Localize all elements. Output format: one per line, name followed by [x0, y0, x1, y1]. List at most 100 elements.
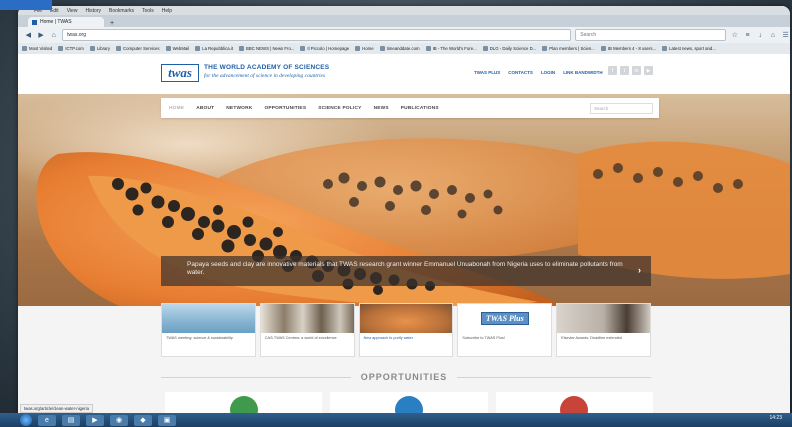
bookmark-icon [542, 46, 548, 51]
linkedin-icon[interactable]: in [632, 66, 641, 75]
bookmark-icon [379, 46, 385, 51]
hero-caption: Papaya seeds and clay are innovative mat… [161, 256, 651, 286]
home-icon[interactable]: ⌂ [49, 32, 58, 39]
card-image [557, 304, 650, 333]
nav-opportunities[interactable]: OPPORTUNITIES [264, 106, 306, 111]
bookmark-icon [482, 46, 488, 51]
bookmark-icon [195, 46, 201, 51]
nav-science-policy[interactable]: SCIENCE POLICY [318, 106, 361, 111]
site-search-input[interactable]: Search [590, 103, 653, 114]
social-icons: f t in ▶ [608, 66, 653, 75]
taskbar-folder-icon[interactable]: ▤ [62, 414, 80, 426]
card-text: CAS-TWAS Centres: a world of excellence [264, 336, 337, 340]
link-contacts[interactable]: CONTACTS [508, 70, 533, 75]
site-header: twas THE WORLD ACADEMY OF SCIENCES for t… [18, 54, 790, 94]
bookmark-item[interactable]: IB Members 4 - 8 users... [600, 46, 657, 51]
taskbar-browser-icon[interactable]: e [38, 414, 56, 426]
bookmark-icon [662, 46, 668, 51]
site-subtitle: for the advancement of science in develo… [204, 73, 326, 79]
bookmark-icon [22, 46, 27, 51]
link-bandwidth[interactable]: LINK BANDWIDTH [563, 70, 603, 75]
status-link-tooltip: twas.org/article/clean-water-nigeria [20, 404, 93, 413]
bookmark-label: Latest news, sport and... [669, 46, 716, 51]
card-text: New approach to purify water [363, 336, 413, 340]
news-card[interactable]: TWAS Plus Subscribe to TWAS Plus! [457, 303, 553, 357]
bookmark-label: DLG - Daily Science D... [489, 46, 537, 51]
nav-news[interactable]: NEWS [374, 106, 389, 111]
menu-bookmarks[interactable]: Bookmarks [109, 8, 134, 14]
nav-publications[interactable]: PUBLICATIONS [401, 106, 439, 111]
news-card[interactable]: Elsevier Awards: Deadline extended [556, 303, 651, 357]
bookmark-item[interactable]: timeanddate.com [379, 46, 420, 51]
taskbar-app-icon[interactable]: ▣ [158, 414, 176, 426]
bookmark-label: IB Members 4 - 8 users... [607, 46, 657, 51]
nav-home[interactable]: HOME [169, 106, 184, 111]
download-icon[interactable]: ↓ [756, 32, 765, 39]
system-clock[interactable]: 14:23 [769, 415, 782, 421]
bookmark-list-icon[interactable]: ≡ [743, 32, 752, 39]
bookmark-label: Home [362, 46, 374, 51]
news-card[interactable]: CAS-TWAS Centres: a world of excellence [259, 303, 355, 357]
search-placeholder: Search [580, 32, 597, 38]
bookmark-icon [300, 46, 306, 51]
bookmark-icon [600, 46, 606, 51]
bookmark-item[interactable]: Library [89, 46, 110, 51]
bookmark-item[interactable]: DLG - Daily Science D... [482, 46, 537, 51]
new-tab-icon[interactable]: + [110, 20, 114, 27]
bookmark-item[interactable]: BBC NEWS | News Fro... [239, 46, 294, 51]
facebook-icon[interactable]: f [608, 66, 617, 75]
youtube-icon[interactable]: ▶ [644, 66, 653, 75]
opportunities-heading: OPPORTUNITIES [18, 372, 790, 382]
nav-network[interactable]: NETWORK [226, 106, 252, 111]
bookmark-item[interactable]: Most Visited [22, 46, 52, 51]
bookmark-icon [58, 46, 64, 51]
bookmark-label: Plan members | Scien... [549, 46, 595, 51]
next-slide-icon[interactable]: › [638, 266, 641, 275]
bookmark-label: timeanddate.com [386, 46, 420, 51]
taskbar-media-icon[interactable]: ▶ [86, 414, 104, 426]
nav-about[interactable]: ABOUT [196, 106, 214, 111]
news-cards: TWAS meeting: science & sustainability C… [161, 303, 651, 357]
card-image: TWAS Plus [458, 304, 552, 333]
bookmark-item[interactable]: WebMail [165, 46, 189, 51]
home-button-icon[interactable]: ⌂ [769, 32, 778, 39]
bookmark-item[interactable]: Computer Services [116, 46, 160, 51]
url-text: twas.org [67, 32, 87, 38]
bookmark-icon [239, 46, 245, 51]
bookmark-item[interactable]: Home [355, 46, 374, 51]
news-card[interactable]: TWAS meeting: science & sustainability [161, 303, 256, 357]
bookmark-label: Most Visited [29, 46, 53, 51]
bookmark-label: Il Piccolo | Homepage [307, 46, 350, 51]
menu-view[interactable]: View [67, 8, 78, 14]
bookmark-item[interactable]: IB - The World's Fore... [425, 46, 477, 51]
star-icon[interactable]: ☆ [730, 31, 739, 39]
bookmark-label: BBC NEWS | News Fro... [246, 46, 295, 51]
browser-search-input[interactable]: Search [575, 29, 727, 41]
start-button-icon[interactable] [20, 414, 32, 426]
bookmark-item[interactable]: ICTP.com [58, 46, 84, 51]
menu-tools[interactable]: Tools [142, 8, 154, 14]
bookmark-item[interactable]: La Repubblica.it [195, 46, 233, 51]
browser-tab[interactable]: Home | TWAS [28, 17, 104, 27]
bookmark-item[interactable]: Latest news, sport and... [662, 46, 716, 51]
twas-logo[interactable]: twas [161, 64, 199, 82]
bookmark-item[interactable]: Plan members | Scien... [542, 46, 595, 51]
taskbar-app-icon[interactable]: ◆ [134, 414, 152, 426]
card-text: Elsevier Awards: Deadline extended [561, 336, 622, 340]
bookmark-icon [165, 46, 171, 51]
taskbar-firefox-icon[interactable]: ◉ [110, 414, 128, 426]
menu-history[interactable]: History [85, 8, 101, 14]
link-login[interactable]: LOGIN [541, 70, 555, 75]
twas-website: twas THE WORLD ACADEMY OF SCIENCES for t… [18, 54, 790, 416]
news-card[interactable]: New approach to purify water [358, 303, 454, 357]
twitter-icon[interactable]: t [620, 66, 629, 75]
address-bar[interactable]: twas.org [62, 29, 572, 41]
link-twas-plus[interactable]: TWAS PLUS [474, 70, 500, 75]
browser-window: File Edit View History Bookmarks Tools H… [18, 6, 790, 416]
menu-icon[interactable]: ☰ [781, 31, 790, 39]
bookmark-item[interactable]: Il Piccolo | Homepage [300, 46, 349, 51]
forward-arrow-icon[interactable]: ▶ [37, 31, 46, 39]
card-text: Subscribe to TWAS Plus! [462, 336, 505, 340]
menu-help[interactable]: Help [162, 8, 172, 14]
back-arrow-icon[interactable]: ◀ [24, 31, 33, 39]
